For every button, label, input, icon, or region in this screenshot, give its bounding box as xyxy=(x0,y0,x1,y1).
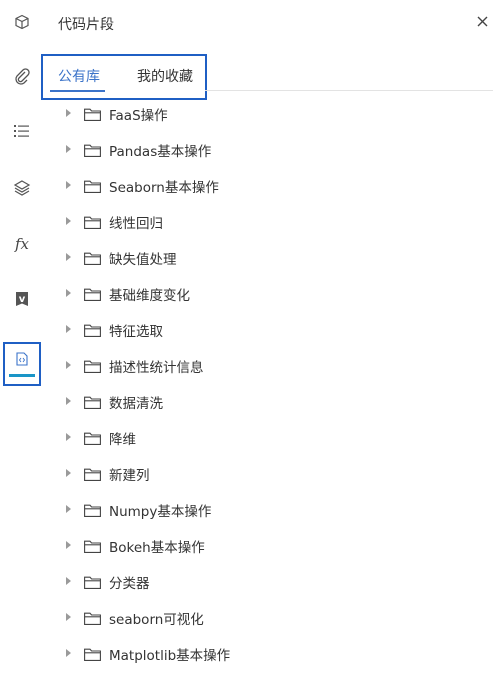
folder-icon xyxy=(84,178,101,197)
folder-row[interactable]: 新建列 xyxy=(44,455,484,491)
folder-row[interactable]: 降维 xyxy=(44,419,484,455)
folder-icon xyxy=(84,358,101,377)
folder-row[interactable]: 特征选取 xyxy=(44,311,484,347)
folder-label: Numpy基本操作 xyxy=(109,504,212,520)
folder-row[interactable]: 基础维度变化 xyxy=(44,275,484,311)
caret-right-icon[interactable] xyxy=(66,289,71,297)
folder-icon xyxy=(84,466,101,485)
paperclip-icon[interactable] xyxy=(0,58,44,94)
folder-row[interactable]: Numpy基本操作 xyxy=(44,491,484,527)
tab-public-library[interactable]: 公有库 xyxy=(58,66,100,86)
folder-label: seaborn可视化 xyxy=(109,612,204,628)
panel-title: 代码片段 xyxy=(58,17,114,33)
folder-icon xyxy=(84,574,101,593)
layers-icon[interactable] xyxy=(0,170,44,206)
folder-icon xyxy=(84,322,101,341)
folder-row[interactable]: Seaborn基本操作 xyxy=(44,167,484,203)
folder-icon xyxy=(84,538,101,557)
caret-right-icon[interactable] xyxy=(66,613,71,621)
folder-label: 描述性统计信息 xyxy=(109,360,204,376)
folder-label: Seaborn基本操作 xyxy=(109,180,219,196)
caret-right-icon[interactable] xyxy=(66,145,71,153)
tab-divider xyxy=(205,90,493,91)
active-indicator-bar xyxy=(9,373,35,377)
folder-label: 降维 xyxy=(109,432,136,448)
caret-right-icon[interactable] xyxy=(66,577,71,585)
folder-label: 基础维度变化 xyxy=(109,288,190,304)
variable-bookmark-icon[interactable]: v xyxy=(0,281,44,317)
folder-label: 线性回归 xyxy=(109,216,163,232)
caret-right-icon[interactable] xyxy=(66,217,71,225)
folder-icon xyxy=(84,430,101,449)
caret-right-icon[interactable] xyxy=(66,181,71,189)
folder-row[interactable]: seaborn可视化 xyxy=(44,599,484,635)
close-icon xyxy=(477,16,487,26)
folder-icon xyxy=(84,142,101,161)
folder-icon xyxy=(84,250,101,269)
caret-right-icon[interactable] xyxy=(66,397,71,405)
folder-row[interactable]: Matplotlib基本操作 xyxy=(44,635,484,671)
folder-icon xyxy=(84,214,101,233)
folder-label: 数据清洗 xyxy=(109,396,163,412)
caret-right-icon[interactable] xyxy=(66,361,71,369)
cube-icon[interactable] xyxy=(0,4,44,40)
folder-icon xyxy=(84,502,101,521)
folder-row[interactable]: 数据清洗 xyxy=(44,383,484,419)
folder-label: Matplotlib基本操作 xyxy=(109,648,231,664)
caret-right-icon[interactable] xyxy=(66,505,71,513)
caret-right-icon[interactable] xyxy=(66,649,71,657)
folder-icon xyxy=(84,646,101,665)
folder-label: Pandas基本操作 xyxy=(109,144,212,160)
folder-label: 特征选取 xyxy=(109,324,163,340)
folder-label: FaaS操作 xyxy=(109,108,168,124)
close-button[interactable] xyxy=(473,12,491,30)
folder-row[interactable]: FaaS操作 xyxy=(44,95,484,131)
list-icon[interactable] xyxy=(0,113,44,149)
code-snippet-icon[interactable] xyxy=(3,342,41,386)
left-tool-rail: fx v xyxy=(0,0,44,674)
variable-bookmark-glyph: v xyxy=(16,292,28,306)
active-tab-underline xyxy=(50,90,105,92)
folder-label: 分类器 xyxy=(109,576,150,592)
tab-my-favorites[interactable]: 我的收藏 xyxy=(137,66,193,86)
folder-icon xyxy=(84,106,101,125)
caret-right-icon[interactable] xyxy=(66,541,71,549)
function-icon-text: fx xyxy=(14,234,29,253)
folder-row[interactable]: Bokeh基本操作 xyxy=(44,527,484,563)
folder-row[interactable]: Pandas基本操作 xyxy=(44,131,484,167)
folder-row[interactable]: 线性回归 xyxy=(44,203,484,239)
folder-icon xyxy=(84,610,101,629)
folder-icon xyxy=(84,286,101,305)
caret-right-icon[interactable] xyxy=(66,433,71,441)
folder-icon xyxy=(84,394,101,413)
folder-row[interactable]: 缺失值处理 xyxy=(44,239,484,275)
code-snippet-panel: 代码片段 公有库 我的收藏 FaaS操作 Pandas基本操作 Seaborn基本操… xyxy=(41,0,499,674)
caret-right-icon[interactable] xyxy=(66,469,71,477)
folder-row[interactable]: 分类器 xyxy=(44,563,484,599)
function-icon[interactable]: fx xyxy=(0,226,44,262)
tab-bar: 公有库 我的收藏 xyxy=(41,54,207,100)
caret-right-icon[interactable] xyxy=(66,325,71,333)
folder-label: Bokeh基本操作 xyxy=(109,540,205,556)
caret-right-icon[interactable] xyxy=(66,253,71,261)
folder-label: 缺失值处理 xyxy=(109,252,177,268)
folder-label: 新建列 xyxy=(109,468,150,484)
folder-row[interactable]: 描述性统计信息 xyxy=(44,347,484,383)
caret-right-icon[interactable] xyxy=(66,109,71,117)
